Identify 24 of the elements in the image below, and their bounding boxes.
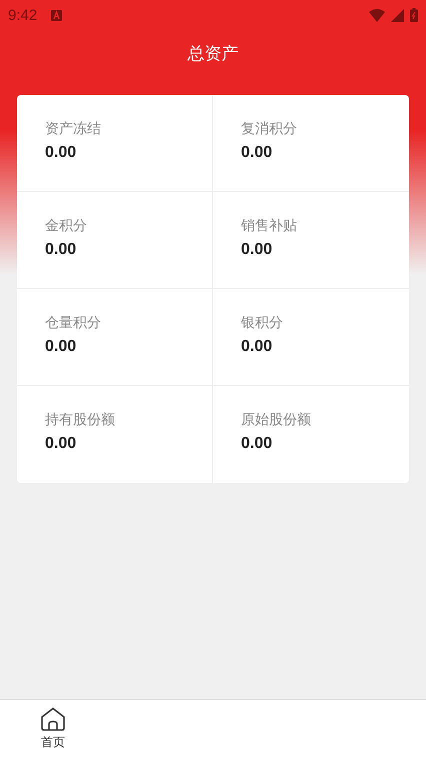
asset-label: 原始股份额 xyxy=(241,411,312,429)
home-tab[interactable]: 首页 xyxy=(0,700,106,758)
notification-icon xyxy=(51,10,62,20)
asset-label: 销售补贴 xyxy=(241,217,298,235)
asset-label: 仓量积分 xyxy=(45,314,102,332)
asset-value: 0.00 xyxy=(241,435,274,453)
home-icon xyxy=(40,707,66,731)
asset-value: 0.00 xyxy=(45,338,78,356)
asset-label: 资产冻结 xyxy=(45,120,102,138)
battery-icon xyxy=(410,8,418,22)
asset-value: 0.00 xyxy=(241,241,274,259)
asset-value: 0.00 xyxy=(45,144,78,162)
asset-label: 复消积分 xyxy=(241,120,298,138)
page-title: 总资产 xyxy=(186,43,240,66)
asset-value: 0.00 xyxy=(45,435,78,453)
wifi-icon xyxy=(369,8,385,22)
asset-label: 银积分 xyxy=(241,314,284,332)
status-time: 9:42 xyxy=(8,6,38,24)
asset-value: 0.00 xyxy=(45,241,78,259)
signal-icon xyxy=(391,8,404,22)
asset-label: 持有股份额 xyxy=(45,411,116,429)
asset-label: 金积分 xyxy=(45,217,88,235)
asset-value: 0.00 xyxy=(241,338,274,356)
asset-value: 0.00 xyxy=(241,144,274,162)
